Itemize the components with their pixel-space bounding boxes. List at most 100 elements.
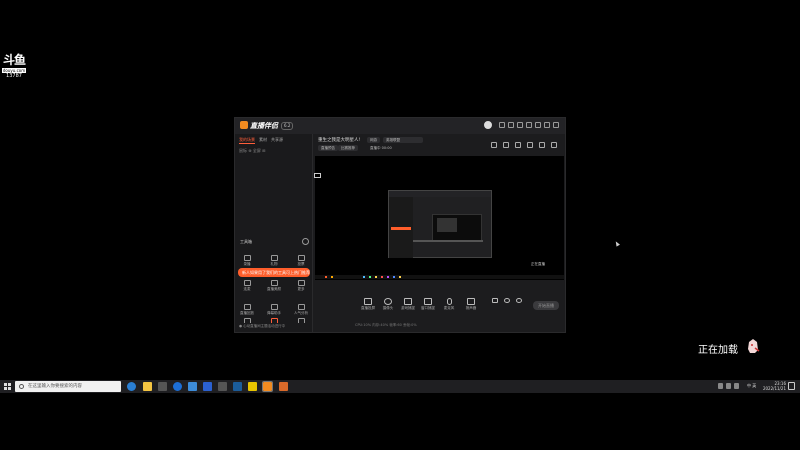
microphone-button[interactable]: 麦克风 [439,298,459,311]
left-footer-notice[interactable]: ● 心动直播间主题活动进行中 [239,324,285,329]
douyu-app-icon[interactable] [279,382,288,391]
scene-dot[interactable] [369,276,371,278]
record-icon[interactable] [491,142,497,148]
tool-replay[interactable]: 直播回放 [237,304,257,316]
windows-start-icon[interactable] [4,383,11,390]
menu-icon[interactable] [526,122,532,128]
scene-dot[interactable] [381,276,383,278]
stream-info-header: 重生之我是大明星人! 网游 英雄联盟 直播预告 比赛推荐 直播中 00:00 [315,135,565,155]
scene-dot[interactable] [399,276,401,278]
message-icon[interactable] [499,122,505,128]
mascot-icon [748,339,760,353]
tool-room[interactable] [237,318,257,323]
subcategory-pill[interactable]: 英雄联盟 [383,137,423,143]
tool-fans[interactable] [264,318,284,323]
speaker-label: 扬声器 [465,306,477,310]
tool-label: 录播 [243,262,251,266]
mail-icon[interactable] [203,382,212,391]
tab-materials[interactable]: 素材 [259,137,267,144]
skin-icon[interactable] [508,122,514,128]
tray-app-icon[interactable] [718,383,723,389]
tab-shared-sources[interactable]: 共享源 [271,137,283,144]
start-stream-button[interactable]: 开始直播 [533,301,559,310]
game-app-icon[interactable] [248,382,257,391]
streaming-app-icon[interactable] [262,381,273,392]
tag-pill-recommend[interactable]: 比赛推荐 [338,145,358,151]
tool-gift[interactable]: 礼物 [264,255,284,267]
search-placeholder: 在这里输入你要搜索的内容 [28,384,82,389]
bell-icon[interactable] [539,142,545,148]
store-icon[interactable] [188,382,197,391]
maximize-icon[interactable] [544,122,550,128]
preview-capture-window [388,190,492,258]
file-explorer-icon[interactable] [143,382,152,391]
calculator-icon[interactable] [218,382,227,391]
notification-icon[interactable] [788,382,795,390]
tool-label: 直播美颜 [267,287,281,291]
scene-dot[interactable] [375,276,377,278]
scene-dot[interactable] [331,276,333,278]
scene-row[interactable]: 鼠标 ⊕ 全屏 ⊞ [235,147,312,155]
speed-icon [504,298,510,303]
volume-icon[interactable] [734,383,739,389]
speed-button[interactable] [502,298,512,304]
capture-banner [391,227,411,230]
avatar[interactable] [484,121,492,129]
share-icon[interactable] [551,142,557,148]
version-badge[interactable]: 6.2 [281,122,294,130]
camera-icon [384,298,392,305]
close-icon[interactable] [553,122,559,128]
scene-dot[interactable] [363,276,365,278]
scene-dot[interactable] [325,276,327,278]
tool-record[interactable]: 录播 [237,255,257,267]
left-tabs: 我的场景 素材 共享源 [235,134,312,147]
more-icon [297,280,305,286]
settings-icon[interactable] [517,122,523,128]
mobile-icon[interactable] [527,142,533,148]
scene-strip[interactable] [315,275,564,279]
promo-banner[interactable]: 新人如果用了我们的工具可上热门推荐 › [238,268,310,277]
taskbar-search[interactable]: 在这里输入你要搜索的内容 [15,381,121,392]
tool-label: 投票 [297,262,305,266]
danmaku-icon [270,304,278,310]
tab-scenes[interactable]: 我的场景 [239,137,255,144]
game-capture-button[interactable]: 游戏捕捉 [398,298,418,311]
gear-button[interactable] [514,298,524,304]
cast-button[interactable]: 直播投屏 [358,298,378,311]
tool-danmaku[interactable]: 弹幕助手 [264,304,284,316]
capture-scene-strip [413,240,483,242]
tag-pill-preview[interactable]: 直播预告 [318,145,338,151]
tool-settings[interactable] [291,318,311,323]
network-icon[interactable] [726,383,731,389]
steam-icon[interactable] [233,382,242,391]
tool-vote[interactable]: 投票 [291,255,311,267]
tool-more[interactable]: 更多 [291,280,311,292]
stream-title[interactable]: 重生之我是大明星人! [318,137,360,143]
minimize-icon[interactable] [535,122,541,128]
video-settings-button[interactable] [490,298,500,304]
toolbox-settings-icon[interactable] [302,238,309,245]
speaker-button[interactable]: 扬声器 [461,298,481,311]
camera-button[interactable]: 摄像头 [378,298,398,311]
scene-dot[interactable] [387,276,389,278]
edge-icon[interactable] [127,382,136,391]
scene-dot[interactable] [393,276,395,278]
search-icon [19,384,24,389]
game-capture-icon [404,298,412,305]
tool-label: 连麦 [243,287,251,291]
clock[interactable]: 23:16 2022/11/21 [763,381,786,391]
preview-cursor-icon [314,173,321,178]
terminal-icon[interactable] [158,382,167,391]
layout-icon[interactable] [515,142,521,148]
browser-icon[interactable] [173,382,182,391]
lock-icon[interactable] [503,142,509,148]
tool-beauty[interactable]: 直播美颜 [264,280,284,292]
category-pill[interactable]: 网游 [367,137,380,143]
input-method-indicator[interactable]: 中 英 [747,383,756,389]
analytics-icon [297,304,305,310]
tool-analytics[interactable]: 人气分析 [291,304,311,316]
live-duration: 直播中 00:00 [370,146,392,150]
tool-mic-link[interactable]: 连麦 [237,280,257,292]
window-capture-button[interactable]: 窗口捕捉 [418,298,438,311]
preview-caption: 正在直播 [531,262,545,266]
